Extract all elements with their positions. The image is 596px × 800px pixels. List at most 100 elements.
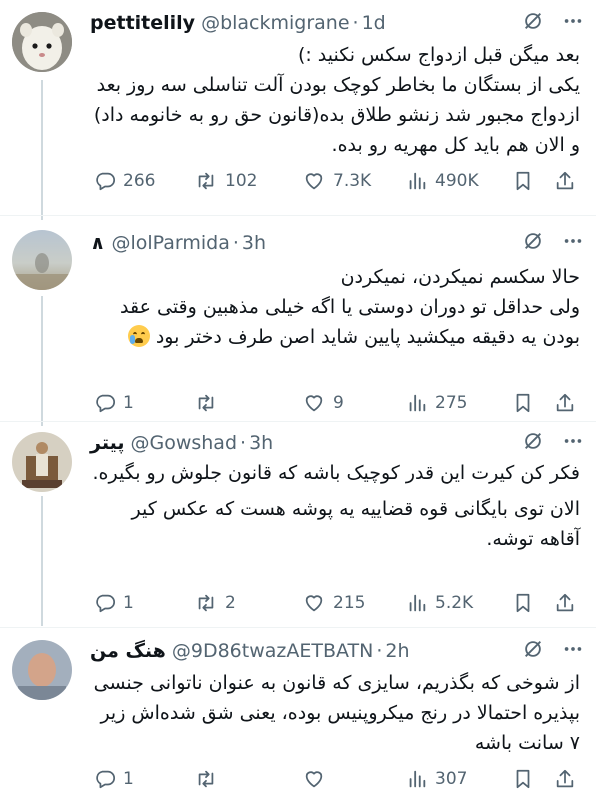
view-count: 490K: [435, 171, 479, 191]
views-button[interactable]: 307: [406, 764, 467, 794]
avatar-image: [12, 12, 72, 72]
avatar[interactable]: [12, 640, 72, 700]
share-button[interactable]: [554, 588, 576, 618]
separator-dot: ·: [352, 12, 359, 34]
crying-face-emoji: [127, 325, 150, 347]
author-handle[interactable]: @lolParmida: [111, 232, 229, 254]
author-name[interactable]: pettitelily: [90, 12, 195, 34]
tweet-text: فکر کن کیرت این قدر کوچیک باشه که قانون …: [88, 458, 581, 554]
like-button[interactable]: 7.3K: [302, 166, 371, 196]
reply-count: 1: [123, 593, 134, 613]
share-button[interactable]: [554, 388, 576, 418]
reply-button[interactable]: 1: [94, 764, 134, 794]
author-name[interactable]: ‏∧: [90, 232, 105, 254]
like-count: 215: [333, 593, 366, 613]
views-icon: [409, 394, 426, 412]
tweet-paragraph: حالا سکسم نمیکردن، نمیکردن: [340, 266, 580, 288]
repost-button[interactable]: [194, 764, 225, 794]
reply-count: 1: [123, 769, 134, 789]
reply-thread: pettitelily @blackmigrane · 1d بعد میگن …: [0, 0, 596, 800]
author-name[interactable]: پیتر: [90, 432, 124, 454]
repost-button[interactable]: 102: [194, 166, 257, 196]
tweet-text: بعد میگن قبل ازدواج سکس نکنید :) یکی از …: [88, 40, 580, 160]
heart-icon: [305, 771, 323, 788]
more-options-icon[interactable]: [562, 638, 584, 660]
bookmark-button[interactable]: [512, 388, 534, 418]
tweet-paragraph: الان توی بایگانی قوه قضاییه یه پوشه هست …: [131, 498, 580, 550]
share-button[interactable]: [554, 166, 576, 196]
grok-icon[interactable]: [522, 10, 544, 32]
avatar-image: [12, 640, 72, 700]
reply-icon: [96, 394, 116, 413]
views-icon: [409, 594, 426, 612]
views-button[interactable]: 275: [406, 388, 467, 418]
heart-icon: [305, 595, 323, 612]
repost-icon: [198, 770, 214, 788]
timestamp[interactable]: 1d: [362, 12, 386, 34]
views-button[interactable]: 5.2K: [406, 588, 473, 618]
avatar[interactable]: [12, 12, 72, 72]
reply-count: 1: [123, 393, 134, 413]
tweet-text: حالا سکسم نمیکردن، نمیکردن ولی حداقل تو …: [88, 262, 580, 352]
repost-button[interactable]: [194, 388, 225, 418]
separator-dot: ·: [240, 432, 247, 454]
view-count: 307: [435, 769, 468, 789]
separator-dot: ·: [376, 640, 383, 662]
grok-icon[interactable]: [522, 230, 544, 252]
author-handle[interactable]: @9D86twazAETBATN: [172, 640, 374, 662]
bookmark-button[interactable]: [512, 166, 534, 196]
like-count: 7.3K: [333, 171, 372, 191]
timestamp[interactable]: 2h: [385, 640, 409, 662]
tweet-paragraph-text: ولی حداقل تو دوران دوستی یا اگه خیلی مذه…: [120, 296, 580, 348]
author-handle[interactable]: @Gowshad: [130, 432, 237, 454]
timestamp[interactable]: 3h: [249, 432, 273, 454]
avatar[interactable]: [12, 432, 72, 492]
share-icon: [556, 171, 574, 190]
bookmark-icon: [516, 769, 530, 789]
tweet-text: از شوخی که بگذریم، سایزی که قانون به عنو…: [88, 668, 580, 758]
like-button[interactable]: 9: [302, 388, 344, 418]
bookmark-button[interactable]: [512, 588, 534, 618]
tweet-paragraph: از شوخی که بگذریم، سایزی که قانون به عنو…: [93, 672, 580, 754]
timestamp[interactable]: 3h: [242, 232, 266, 254]
bookmark-icon: [516, 393, 530, 413]
reply-button[interactable]: 266: [94, 166, 155, 196]
bookmark-icon: [516, 593, 530, 613]
author-name[interactable]: هنگ من: [90, 640, 166, 662]
reply-icon: [96, 594, 116, 613]
reply-icon: [96, 770, 116, 789]
avatar[interactable]: [12, 230, 72, 290]
repost-icon: [198, 172, 214, 190]
repost-button[interactable]: 2: [194, 588, 236, 618]
avatar-image: [12, 432, 72, 492]
author-handle[interactable]: @blackmigrane: [201, 12, 349, 34]
like-count: 9: [333, 393, 344, 413]
more-options-icon[interactable]: [562, 230, 584, 252]
share-button[interactable]: [554, 764, 576, 794]
share-icon: [556, 769, 574, 788]
reply-count: 266: [123, 171, 156, 191]
more-options-icon[interactable]: [562, 430, 584, 452]
tweet[interactable]: هنگ من @9D86twazAETBATN · 2h از شوخی که …: [0, 628, 596, 800]
heart-icon: [305, 395, 323, 412]
tweet[interactable]: پیتر @Gowshad · 3h فکر کن کیرت این قدر ک…: [0, 422, 596, 628]
tweet-paragraph: ولی حداقل تو دوران دوستی یا اگه خیلی مذه…: [88, 292, 580, 352]
grok-icon[interactable]: [522, 430, 544, 452]
views-button[interactable]: 490K: [406, 166, 479, 196]
reply-button[interactable]: 1: [94, 588, 134, 618]
tweet[interactable]: pettitelily @blackmigrane · 1d بعد میگن …: [0, 0, 596, 216]
repost-icon: [198, 594, 214, 612]
grok-icon[interactable]: [522, 638, 544, 660]
reply-button[interactable]: 1: [94, 388, 134, 418]
tweet-paragraph: بعد میگن قبل ازدواج سکس نکنید :): [297, 44, 580, 66]
tweet[interactable]: ‏∧ @lolParmida · 3h حالا سکسم نمیکردن، ن…: [0, 216, 596, 422]
like-button[interactable]: 215: [302, 588, 365, 618]
tweet-paragraph: فکر کن کیرت این قدر کوچیک باشه که قانون …: [92, 462, 581, 484]
repost-count: 2: [225, 593, 236, 613]
like-button[interactable]: [302, 764, 333, 794]
views-icon: [409, 770, 426, 788]
more-options-icon[interactable]: [562, 10, 584, 32]
bookmark-button[interactable]: [512, 764, 534, 794]
repost-icon: [198, 394, 214, 412]
tweet-paragraph: یکی از بستگان ما بخاطر کوچک بودن آلت تنا…: [93, 74, 580, 156]
